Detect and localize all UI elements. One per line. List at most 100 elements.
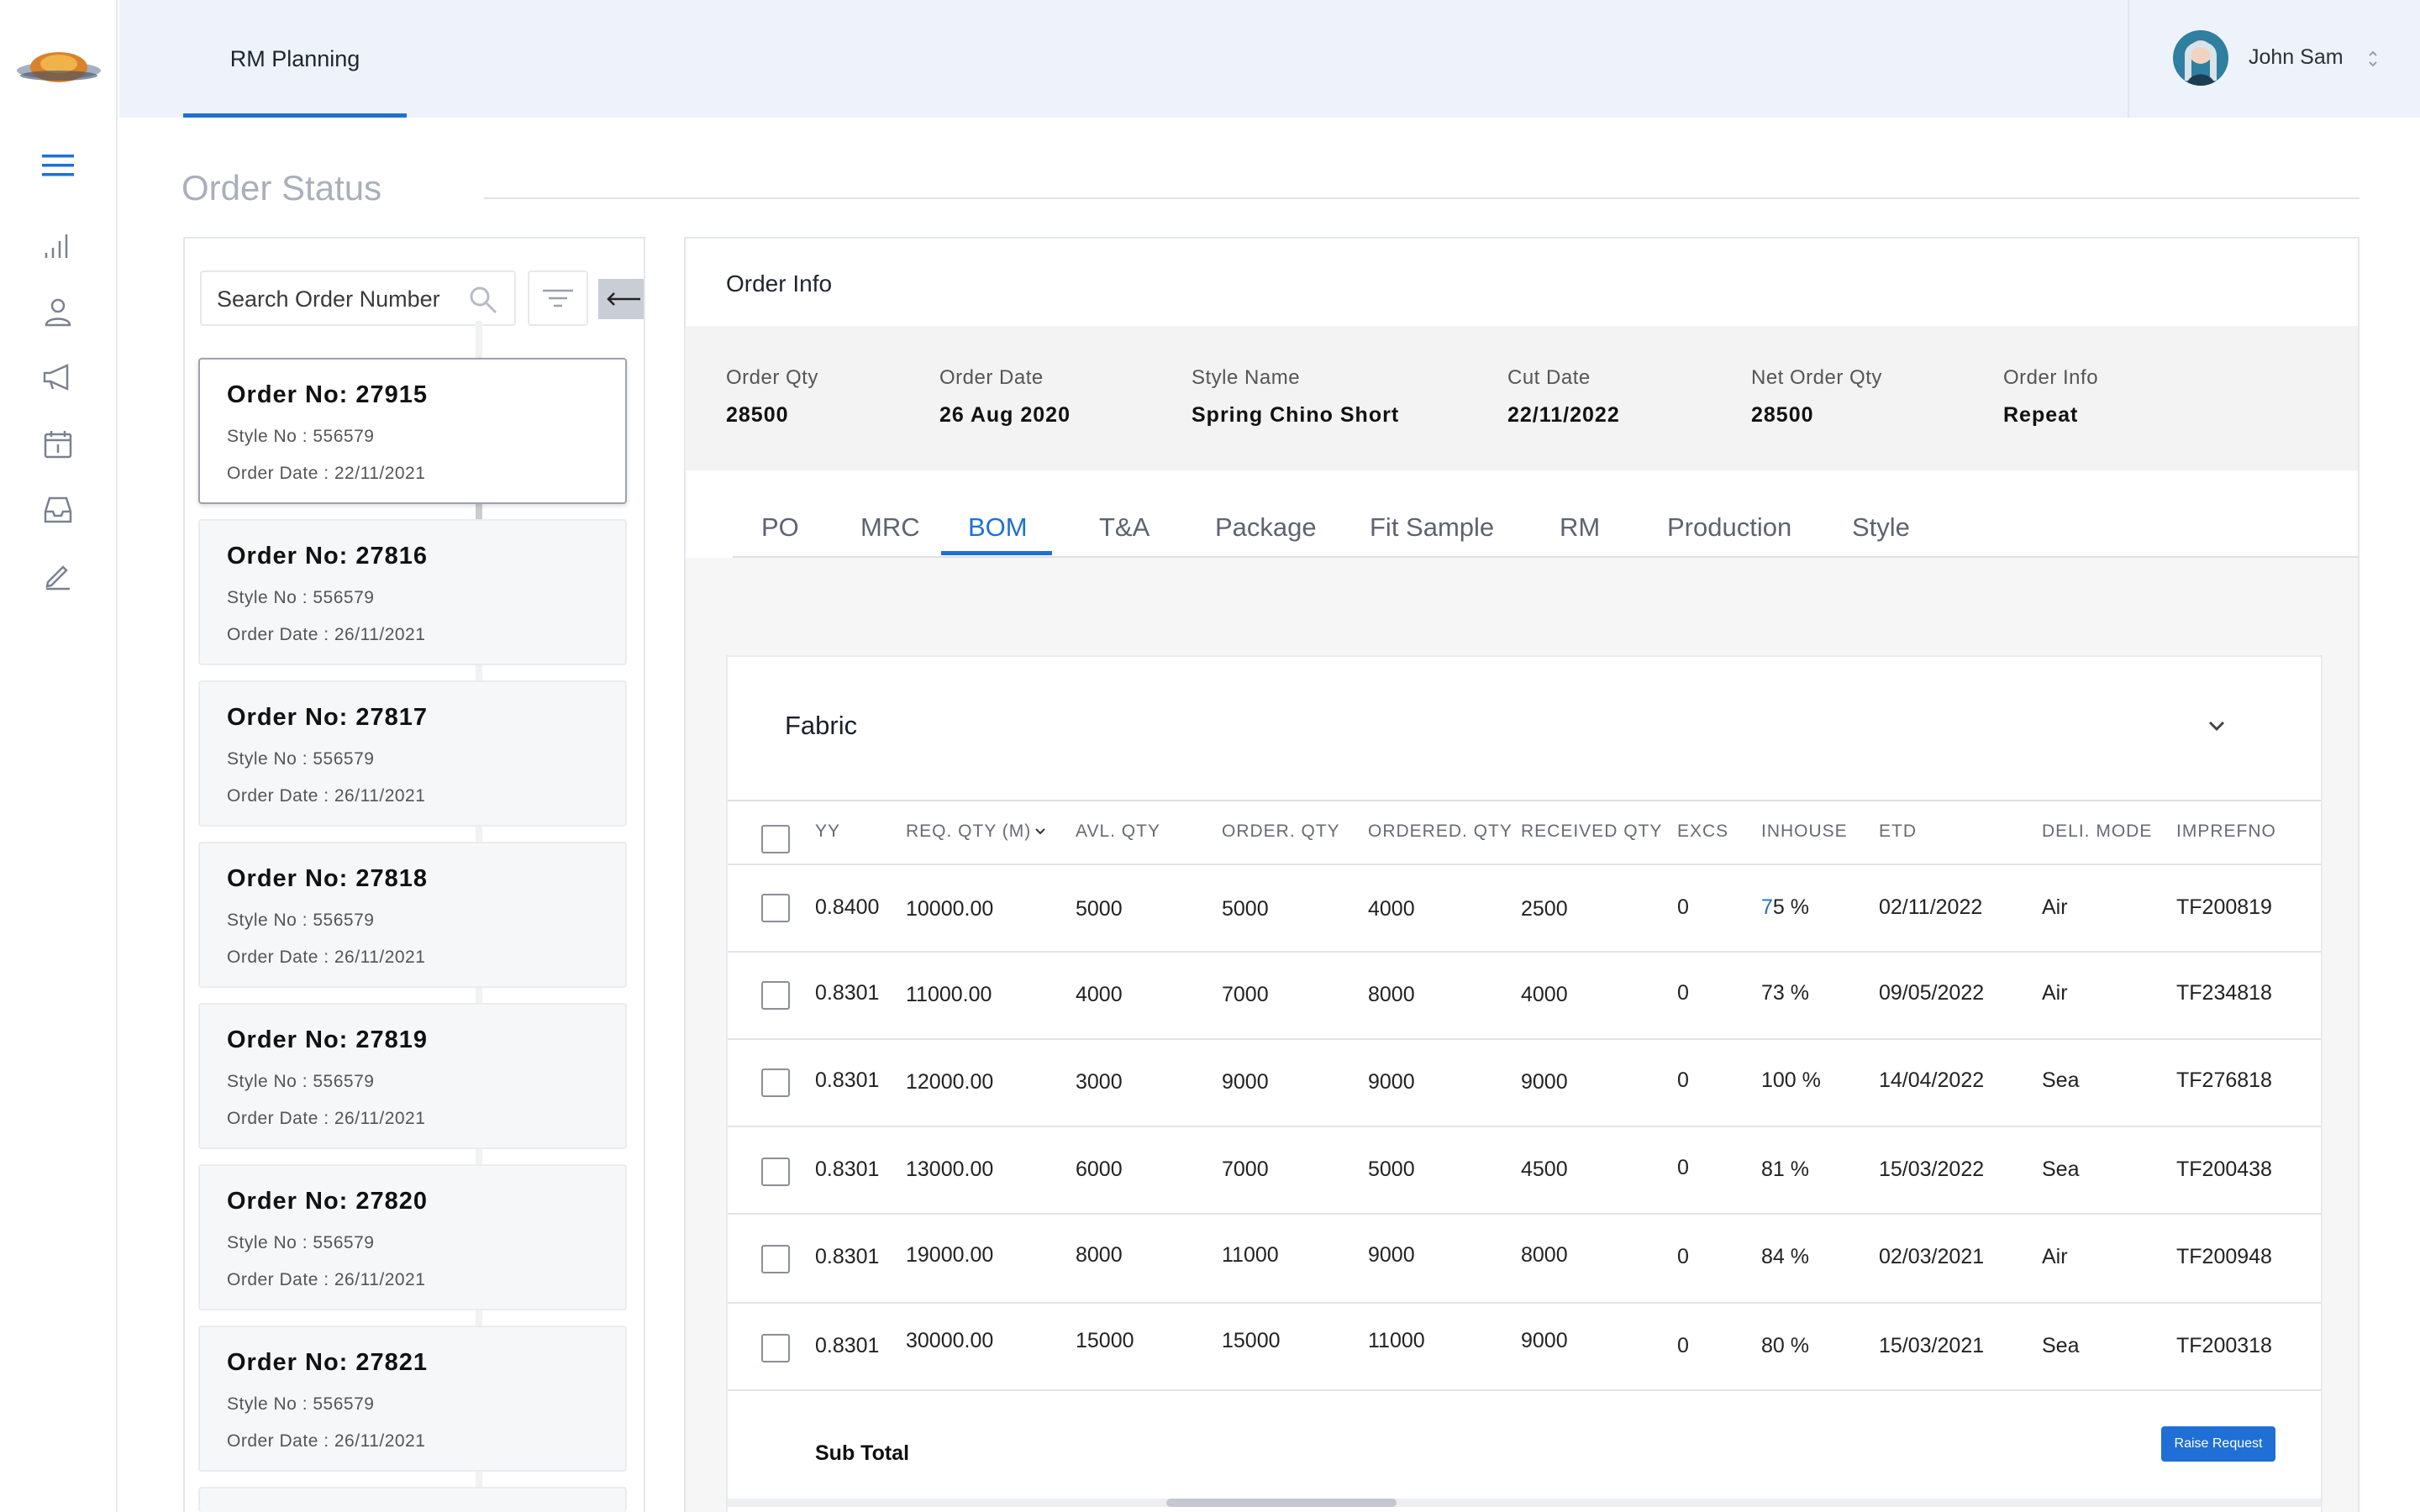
cell-deli-mode: Air: [2042, 1245, 2068, 1268]
order-date: Order Date : 26/11/2021: [227, 948, 426, 967]
column-header[interactable]: EXCS: [1677, 822, 1728, 842]
nav-tab-rm-planning[interactable]: RM Planning: [183, 0, 407, 118]
cell-req-qty: 30000.00: [906, 1329, 994, 1352]
chevron-updown-icon[interactable]: [2365, 42, 2381, 76]
row-checkbox[interactable]: [761, 1245, 790, 1273]
row-checkbox[interactable]: [761, 894, 790, 922]
order-style-no: Style No : 556579: [227, 749, 375, 769]
tab-bom[interactable]: BOM: [968, 512, 1028, 543]
raise-request-button[interactable]: Raise Request: [2161, 1426, 2275, 1462]
cell-excs: 0: [1677, 1334, 1689, 1357]
column-header[interactable]: YY: [815, 822, 840, 842]
row-divider: [728, 1038, 2321, 1040]
order-card[interactable]: Order No: 27817 Style No : 556579 Order …: [198, 680, 627, 827]
cell-excs: 0: [1677, 1068, 1689, 1092]
cell-req-qty: 13000.00: [906, 1158, 994, 1181]
tab-t-and-a[interactable]: T&A: [1099, 512, 1150, 543]
user-icon[interactable]: [37, 291, 79, 333]
filter-button[interactable]: [528, 270, 588, 326]
order-date: Order Date : 26/11/2021: [227, 786, 426, 806]
column-header[interactable]: INHOUSE: [1761, 822, 1848, 842]
order-card[interactable]: Order No: 27819 Style No : 556579 Order …: [198, 1003, 627, 1149]
filter-icon: [543, 289, 573, 307]
column-header[interactable]: IMPREFNO: [2176, 822, 2276, 842]
column-header[interactable]: ORDERED. QTY: [1368, 822, 1512, 842]
cell-order-qty: 7000: [1222, 1158, 1269, 1181]
cell-imprefno: TF234818: [2176, 981, 2272, 1005]
order-date: Order Date : 26/11/2021: [227, 1431, 426, 1451]
info-cut-date: Cut Date 22/11/2022: [1507, 366, 1620, 428]
cell-ordered-qty: 9000: [1368, 1070, 1415, 1094]
column-header[interactable]: RECEIVED QTY: [1521, 822, 1662, 842]
order-info-header: Order Info: [686, 239, 2358, 326]
tab-package[interactable]: Package: [1215, 512, 1317, 543]
info-style-name: Style Name Spring Chino Short: [1192, 366, 1399, 428]
tab-style[interactable]: Style: [1852, 512, 1910, 543]
order-number: Order No: 27820: [227, 1188, 429, 1215]
select-all-checkbox[interactable]: [761, 825, 790, 853]
column-header[interactable]: ORDER. QTY: [1222, 822, 1340, 842]
tab-fit-sample[interactable]: Fit Sample: [1370, 512, 1494, 543]
row-divider: [728, 1389, 2321, 1391]
tab-production[interactable]: Production: [1667, 512, 1791, 543]
inbox-icon[interactable]: [37, 489, 79, 531]
search-box: [200, 270, 516, 326]
search-input[interactable]: [217, 282, 469, 316]
cell-deli-mode: Air: [2042, 981, 2068, 1005]
megaphone-icon[interactable]: [37, 356, 79, 398]
cell-received-qty: 4500: [1521, 1158, 1568, 1181]
cell-etd: 15/03/2021: [1879, 1334, 1985, 1357]
row-checkbox[interactable]: [761, 1158, 790, 1186]
order-info-summary: Order Qty 28500 Order Date 26 Aug 2020 S…: [686, 326, 2358, 470]
column-header[interactable]: AVL. QTY: [1076, 822, 1160, 842]
cell-deli-mode: Air: [2042, 895, 2068, 919]
tab-rm[interactable]: RM: [1560, 512, 1600, 543]
cell-received-qty: 8000: [1521, 1243, 1568, 1267]
order-card[interactable]: Order No: 27821 Style No : 556579 Order …: [198, 1326, 627, 1472]
avatar[interactable]: [2173, 30, 2228, 86]
cell-yy: 0.8301: [815, 1334, 880, 1357]
info-value: 22/11/2022: [1507, 403, 1620, 427]
table-scrollbar-thumb[interactable]: [1166, 1499, 1397, 1507]
order-card-partial[interactable]: [198, 1487, 627, 1512]
column-header[interactable]: ETD: [1879, 822, 1917, 842]
cell-yy: 0.8301: [815, 1245, 880, 1268]
cell-deli-mode: Sea: [2042, 1068, 2080, 1092]
row-checkbox[interactable]: [761, 981, 790, 1010]
cell-ordered-qty: 11000: [1368, 1329, 1425, 1352]
order-card[interactable]: Order No: 27820 Style No : 556579 Order …: [198, 1164, 627, 1310]
cell-inhouse: 84 %: [1761, 1245, 1809, 1268]
order-card[interactable]: Order No: 27816 Style No : 556579 Order …: [198, 519, 627, 665]
info-label: Net Order Qty: [1751, 366, 1882, 389]
order-card[interactable]: Order No: 27915 Style No : 556579 Order …: [198, 358, 627, 504]
table-scrollbar-track[interactable]: [728, 1499, 2321, 1507]
order-card[interactable]: Order No: 27818 Style No : 556579 Order …: [198, 842, 627, 988]
tab-po[interactable]: PO: [761, 512, 799, 543]
cell-order-qty: 5000: [1222, 897, 1269, 921]
search-icon[interactable]: [467, 284, 499, 316]
brand-logo[interactable]: [15, 42, 103, 96]
chevron-down-icon[interactable]: [2200, 709, 2233, 743]
bar-chart-icon[interactable]: [37, 225, 79, 267]
order-style-no: Style No : 556579: [227, 1072, 375, 1091]
calendar-icon[interactable]: [37, 423, 79, 465]
order-style-no: Style No : 556579: [227, 1233, 375, 1252]
info-label: Style Name: [1192, 366, 1301, 389]
collapse-list-button[interactable]: [598, 279, 644, 319]
edit-icon[interactable]: [37, 554, 79, 596]
info-label: Cut Date: [1507, 366, 1591, 389]
cell-deli-mode: Sea: [2042, 1158, 2080, 1181]
info-value: 26 Aug 2020: [939, 403, 1071, 427]
column-header[interactable]: DELI. MODE: [2042, 822, 2152, 842]
cell-received-qty: 9000: [1521, 1329, 1568, 1352]
menu-icon[interactable]: [37, 144, 79, 186]
column-header-sortable[interactable]: REQ. QTY (M): [906, 822, 1046, 842]
order-style-no: Style No : 556579: [227, 588, 375, 607]
row-checkbox[interactable]: [761, 1334, 790, 1362]
info-label: Order Info: [2003, 366, 2099, 389]
user-menu[interactable]: John Sam: [2128, 0, 2420, 118]
tab-mrc[interactable]: MRC: [860, 512, 920, 543]
cell-avl-qty: 5000: [1076, 897, 1123, 921]
cell-order-qty: 11000: [1222, 1243, 1279, 1267]
row-checkbox[interactable]: [761, 1068, 790, 1097]
